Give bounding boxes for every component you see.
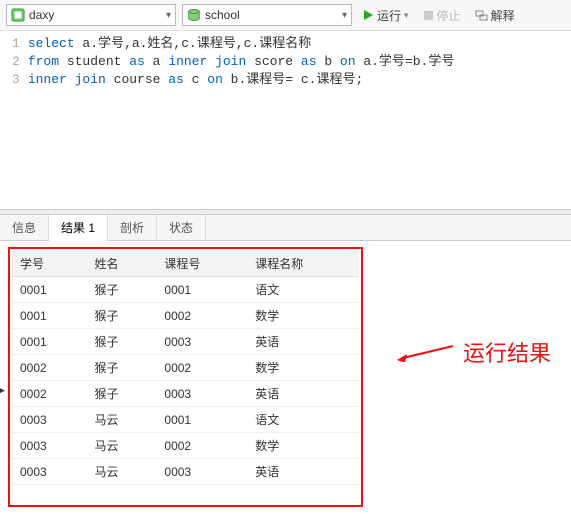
- column-header[interactable]: 课程名称: [247, 251, 359, 277]
- cell[interactable]: 英语: [247, 381, 359, 407]
- annotation: 运行结果: [395, 336, 551, 368]
- header-row: 学号姓名课程号课程名称: [12, 251, 359, 277]
- annotation-text: 运行结果: [463, 336, 551, 368]
- table-row[interactable]: 0002▶猴子0003英语: [12, 381, 359, 407]
- table-row[interactable]: 0003马云0003英语: [12, 459, 359, 485]
- cell[interactable]: 0003: [12, 433, 87, 459]
- stop-icon: [423, 10, 434, 21]
- cell[interactable]: 0002: [156, 433, 247, 459]
- arrow-icon: [395, 342, 455, 362]
- cell[interactable]: 猴子: [87, 355, 157, 381]
- cell[interactable]: 0003: [12, 459, 87, 485]
- cell[interactable]: 马云: [87, 407, 157, 433]
- cell[interactable]: 猴子: [87, 381, 157, 407]
- results-panel: 学号姓名课程号课程名称0001猴子0001语文0001猴子0002数学0001猴…: [0, 241, 571, 521]
- connection-label: daxy: [29, 8, 162, 22]
- table-row[interactable]: 0002猴子0002数学: [12, 355, 359, 381]
- cell[interactable]: 数学: [247, 355, 359, 381]
- column-header[interactable]: 课程号: [156, 251, 247, 277]
- cell[interactable]: 0003: [12, 407, 87, 433]
- cell[interactable]: 0001: [12, 277, 87, 303]
- column-header[interactable]: 学号: [12, 251, 87, 277]
- results-grid[interactable]: 学号姓名课程号课程名称0001猴子0001语文0001猴子0002数学0001猴…: [12, 251, 359, 485]
- code-line[interactable]: inner join course as c on b.课程号= c.课程号;: [28, 71, 571, 89]
- table-row[interactable]: 0001猴子0001语文: [12, 277, 359, 303]
- cell[interactable]: 数学: [247, 303, 359, 329]
- dropdown-caret-icon: ▾: [404, 10, 409, 21]
- table-row[interactable]: 0001猴子0003英语: [12, 329, 359, 355]
- database-label: school: [205, 8, 338, 22]
- code-line[interactable]: from student as a inner join score as b …: [28, 53, 571, 71]
- cell[interactable]: 猴子: [87, 277, 157, 303]
- cell[interactable]: 英语: [247, 329, 359, 355]
- toolbar: daxy ▾ school ▾ 运行 ▾ 停止 解释: [0, 0, 571, 31]
- cell[interactable]: 0002: [12, 355, 87, 381]
- database-icon: [187, 8, 201, 22]
- tab-状态[interactable]: 状态: [157, 215, 206, 240]
- cell[interactable]: 0001: [156, 407, 247, 433]
- cell[interactable]: 语文: [247, 407, 359, 433]
- cell[interactable]: 数学: [247, 433, 359, 459]
- cell[interactable]: 0003: [156, 329, 247, 355]
- cell[interactable]: 0003: [156, 459, 247, 485]
- cell[interactable]: 英语: [247, 459, 359, 485]
- table-row[interactable]: 0003马云0001语文: [12, 407, 359, 433]
- tab-结果 1[interactable]: 结果 1: [49, 215, 108, 241]
- explain-icon: [475, 9, 488, 22]
- run-label: 运行: [377, 7, 401, 24]
- play-icon: [362, 9, 374, 21]
- cell[interactable]: 0002: [156, 303, 247, 329]
- line-gutter: 123: [0, 35, 28, 89]
- stop-label: 停止: [437, 7, 461, 24]
- result-tabs: 信息结果 1剖析状态: [0, 215, 571, 241]
- tab-剖析[interactable]: 剖析: [108, 215, 157, 240]
- code-area[interactable]: select a.学号,a.姓名,c.课程号,c.课程名称from studen…: [28, 35, 571, 89]
- line-number: 3: [12, 71, 20, 89]
- run-button[interactable]: 运行 ▾: [358, 5, 413, 26]
- cell[interactable]: 猴子: [87, 329, 157, 355]
- table-row[interactable]: 0003马云0002数学: [12, 433, 359, 459]
- line-number: 1: [12, 35, 20, 53]
- cell[interactable]: 0002▶: [12, 381, 87, 407]
- cell[interactable]: 0002: [156, 355, 247, 381]
- cell[interactable]: 0001: [12, 303, 87, 329]
- tab-信息[interactable]: 信息: [0, 215, 49, 240]
- current-row-marker-icon: ▶: [0, 385, 5, 396]
- sql-editor[interactable]: 123 select a.学号,a.姓名,c.课程号,c.课程名称from st…: [0, 31, 571, 209]
- explain-button[interactable]: 解释: [471, 5, 519, 26]
- cell[interactable]: 马云: [87, 433, 157, 459]
- cell[interactable]: 语文: [247, 277, 359, 303]
- cell[interactable]: 0001: [12, 329, 87, 355]
- cell[interactable]: 猴子: [87, 303, 157, 329]
- line-number: 2: [12, 53, 20, 71]
- connection-selector[interactable]: daxy ▾: [6, 4, 176, 26]
- code-line[interactable]: select a.学号,a.姓名,c.课程号,c.课程名称: [28, 35, 571, 53]
- chevron-down-icon: ▾: [342, 10, 347, 21]
- connection-icon: [11, 8, 25, 22]
- explain-label: 解释: [491, 7, 515, 24]
- stop-button: 停止: [419, 5, 465, 26]
- column-header[interactable]: 姓名: [87, 251, 157, 277]
- table-row[interactable]: 0001猴子0002数学: [12, 303, 359, 329]
- cell[interactable]: 0001: [156, 277, 247, 303]
- results-highlight-box: 学号姓名课程号课程名称0001猴子0001语文0001猴子0002数学0001猴…: [8, 247, 363, 507]
- cell[interactable]: 马云: [87, 459, 157, 485]
- cell[interactable]: 0003: [156, 381, 247, 407]
- chevron-down-icon: ▾: [166, 10, 171, 21]
- database-selector[interactable]: school ▾: [182, 4, 352, 26]
